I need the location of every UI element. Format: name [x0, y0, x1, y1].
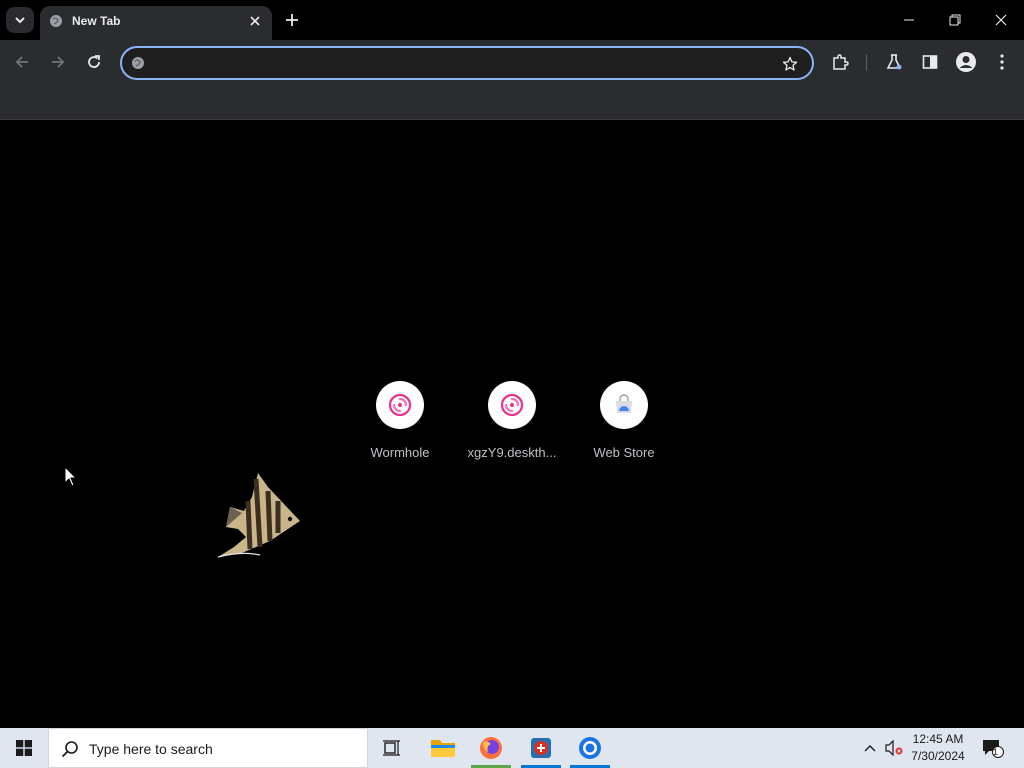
- folder-icon: [431, 740, 455, 757]
- firefox-icon: [480, 737, 502, 759]
- globe-icon: [50, 15, 62, 27]
- file-explorer-button[interactable]: [419, 728, 467, 768]
- tray-overflow-button[interactable]: [860, 728, 880, 768]
- labs-button[interactable]: [880, 48, 908, 76]
- toolbar-divider: [866, 55, 867, 71]
- profile-button[interactable]: [952, 48, 980, 76]
- new-tab-button[interactable]: [280, 8, 304, 32]
- side-panel-icon: [922, 55, 938, 69]
- reload-icon: [88, 55, 100, 68]
- clock-time: 12:45 AM: [912, 732, 964, 746]
- shortcut-xgzy9[interactable]: xgzY9.deskth...: [462, 381, 562, 471]
- minimize-button[interactable]: [886, 0, 932, 40]
- close-icon: [250, 16, 260, 26]
- bookmark-star-button[interactable]: [780, 54, 800, 74]
- web-store-icon: [616, 394, 632, 413]
- forward-button[interactable]: [44, 48, 72, 76]
- shortcut-label: Wormhole: [370, 445, 430, 460]
- close-window-button[interactable]: [978, 0, 1024, 40]
- tab-title: New Tab: [72, 14, 121, 28]
- notification-center-button[interactable]: 1: [980, 728, 1006, 768]
- clock-date: 7/30/2024: [911, 749, 965, 763]
- shortcut-label: Web Store: [593, 445, 655, 460]
- avatar-icon: [956, 52, 976, 72]
- menu-button[interactable]: [988, 48, 1016, 76]
- firefox-button[interactable]: [467, 728, 515, 768]
- shortcut-wormhole[interactable]: Wormhole: [350, 381, 450, 471]
- address-bar[interactable]: [120, 46, 814, 80]
- app-icon: [531, 738, 551, 758]
- task-view-icon: [383, 740, 400, 756]
- windows-taskbar: Type here to search 12:45 AM 7/30/2024 1: [0, 728, 1024, 768]
- chrome-button[interactable]: [566, 728, 614, 768]
- screen: New Tab Wormhole xgzY9.deskth... Web Sto…: [0, 0, 1024, 768]
- shortcut-icon-circle: [600, 381, 648, 429]
- more-vertical-icon: [1000, 54, 1004, 70]
- extensions-button[interactable]: [826, 48, 854, 76]
- chevron-down-icon: [15, 17, 25, 24]
- search-placeholder: Type here to search: [89, 741, 213, 757]
- tab-new-tab[interactable]: New Tab: [40, 6, 272, 40]
- minimize-icon: [904, 19, 914, 21]
- page-info-icon: [132, 57, 144, 69]
- chevron-up-icon: [864, 745, 876, 752]
- new-tab-page: Wormhole xgzY9.deskth... Web Store: [0, 121, 1024, 728]
- search-icon: [61, 741, 78, 758]
- star-icon: [782, 56, 798, 71]
- browser-toolbar: [0, 40, 1024, 86]
- malware-app-button[interactable]: [517, 728, 565, 768]
- restore-button[interactable]: [932, 0, 978, 40]
- tab-close-button[interactable]: [246, 12, 264, 30]
- tab-strip: New Tab: [0, 0, 1024, 40]
- start-button[interactable]: [0, 728, 48, 768]
- taskbar-clock[interactable]: 12:45 AM 7/30/2024: [900, 731, 976, 765]
- shortcut-web-store[interactable]: Web Store: [574, 381, 674, 471]
- windows-logo-icon: [16, 740, 32, 756]
- shortcut-label: xgzY9.deskth...: [467, 445, 557, 460]
- plus-icon: [286, 14, 298, 26]
- shortcut-icon-circle: [376, 381, 424, 429]
- mouse-cursor-icon: [64, 466, 78, 487]
- wormhole-icon: [388, 393, 412, 417]
- arrow-right-icon: [52, 56, 65, 68]
- close-icon: [995, 14, 1007, 26]
- reload-button[interactable]: [80, 48, 108, 76]
- address-input[interactable]: [154, 53, 754, 73]
- puzzle-icon: [833, 54, 849, 70]
- angelfish-image: [217, 473, 300, 558]
- arrow-left-icon: [15, 56, 28, 68]
- task-view-button[interactable]: [368, 728, 416, 768]
- side-panel-button[interactable]: [916, 48, 944, 76]
- shortcut-icon-circle: [488, 381, 536, 429]
- taskbar-search-box[interactable]: Type here to search: [48, 728, 368, 768]
- flask-icon: [886, 54, 902, 70]
- chrome-icon: [579, 737, 601, 759]
- notification-count: 1: [993, 747, 999, 757]
- bookmarks-bar: [0, 86, 1024, 120]
- back-button[interactable]: [8, 48, 36, 76]
- tab-search-button[interactable]: [6, 7, 34, 33]
- restore-icon: [949, 14, 961, 26]
- wormhole-icon: [500, 393, 524, 417]
